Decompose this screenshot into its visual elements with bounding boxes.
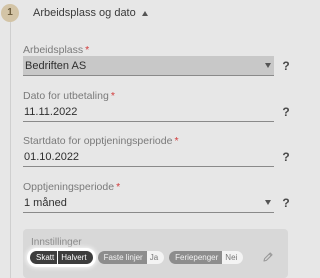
chip-key: Feriepenger: [169, 251, 222, 264]
opptjeningsperiode-select[interactable]: 1 måned: [23, 193, 275, 213]
caret-down-icon: [265, 200, 272, 205]
dato-utbetaling-value: 11.11.2022: [24, 105, 78, 118]
required-marker: *: [85, 44, 90, 56]
settings-card[interactable]: Innstillinger Skatt Halvert Faste linjer…: [23, 229, 288, 278]
caret-down-icon: [265, 63, 272, 68]
startdato-label: Startdato for opptjeningsperiode *: [23, 135, 179, 147]
help-icon[interactable]: ?: [279, 150, 293, 164]
arbeidsplass-select[interactable]: Bedriften AS: [23, 56, 275, 76]
required-marker: *: [174, 135, 179, 147]
chip-key: Faste linjer: [97, 251, 146, 264]
startdato-field: Startdato for opptjeningsperiode * 01.10.…: [23, 135, 293, 167]
chip-value: Halvert: [57, 251, 93, 264]
required-marker: *: [110, 90, 115, 102]
chip-key: Skatt: [30, 251, 58, 264]
section-title: Arbeidsplass og dato: [33, 7, 136, 19]
dato-utbetaling-label: Dato for utbetaling *: [23, 90, 115, 102]
chip-faste-linjer[interactable]: Faste linjer Ja: [97, 251, 165, 264]
arbeidsplass-label: Arbeidsplass *: [23, 44, 90, 56]
pencil-icon[interactable]: [262, 251, 274, 263]
startdato-input[interactable]: 01.10.2022: [23, 147, 275, 167]
section-header-toggle[interactable]: Arbeidsplass og dato: [33, 6, 148, 20]
arbeidsplass-value: Bedriften AS: [25, 59, 87, 72]
startdato-value: 01.10.2022: [24, 150, 80, 163]
opptjeningsperiode-value: 1 måned: [24, 196, 67, 209]
required-marker: *: [116, 181, 121, 193]
settings-chips: Skatt Halvert Faste linjer Ja Feriepenge…: [30, 251, 248, 264]
opptjeningsperiode-label: Opptjeningsperiode *: [23, 181, 121, 193]
help-icon[interactable]: ?: [279, 105, 293, 119]
chip-skatt[interactable]: Skatt Halvert: [30, 251, 93, 264]
chip-feriepenger[interactable]: Feriepenger Nei: [169, 251, 244, 264]
help-icon[interactable]: ?: [279, 59, 293, 73]
opptjeningsperiode-field: Opptjeningsperiode * 1 måned ?: [23, 181, 293, 213]
arbeidsplass-field: Arbeidsplass * Bedriften AS ?: [23, 44, 293, 76]
chip-value: Ja: [145, 251, 165, 264]
step-number-badge: 1: [1, 4, 19, 22]
caret-up-icon: [141, 10, 148, 16]
chip-value: Nei: [221, 251, 244, 264]
help-icon[interactable]: ?: [279, 196, 293, 210]
dato-utbetaling-field: Dato for utbetaling * 11.11.2022 ?: [23, 90, 293, 122]
settings-title: Innstillinger: [31, 237, 82, 248]
dato-utbetaling-input[interactable]: 11.11.2022: [23, 102, 275, 122]
stepper-rail: [10, 20, 11, 278]
